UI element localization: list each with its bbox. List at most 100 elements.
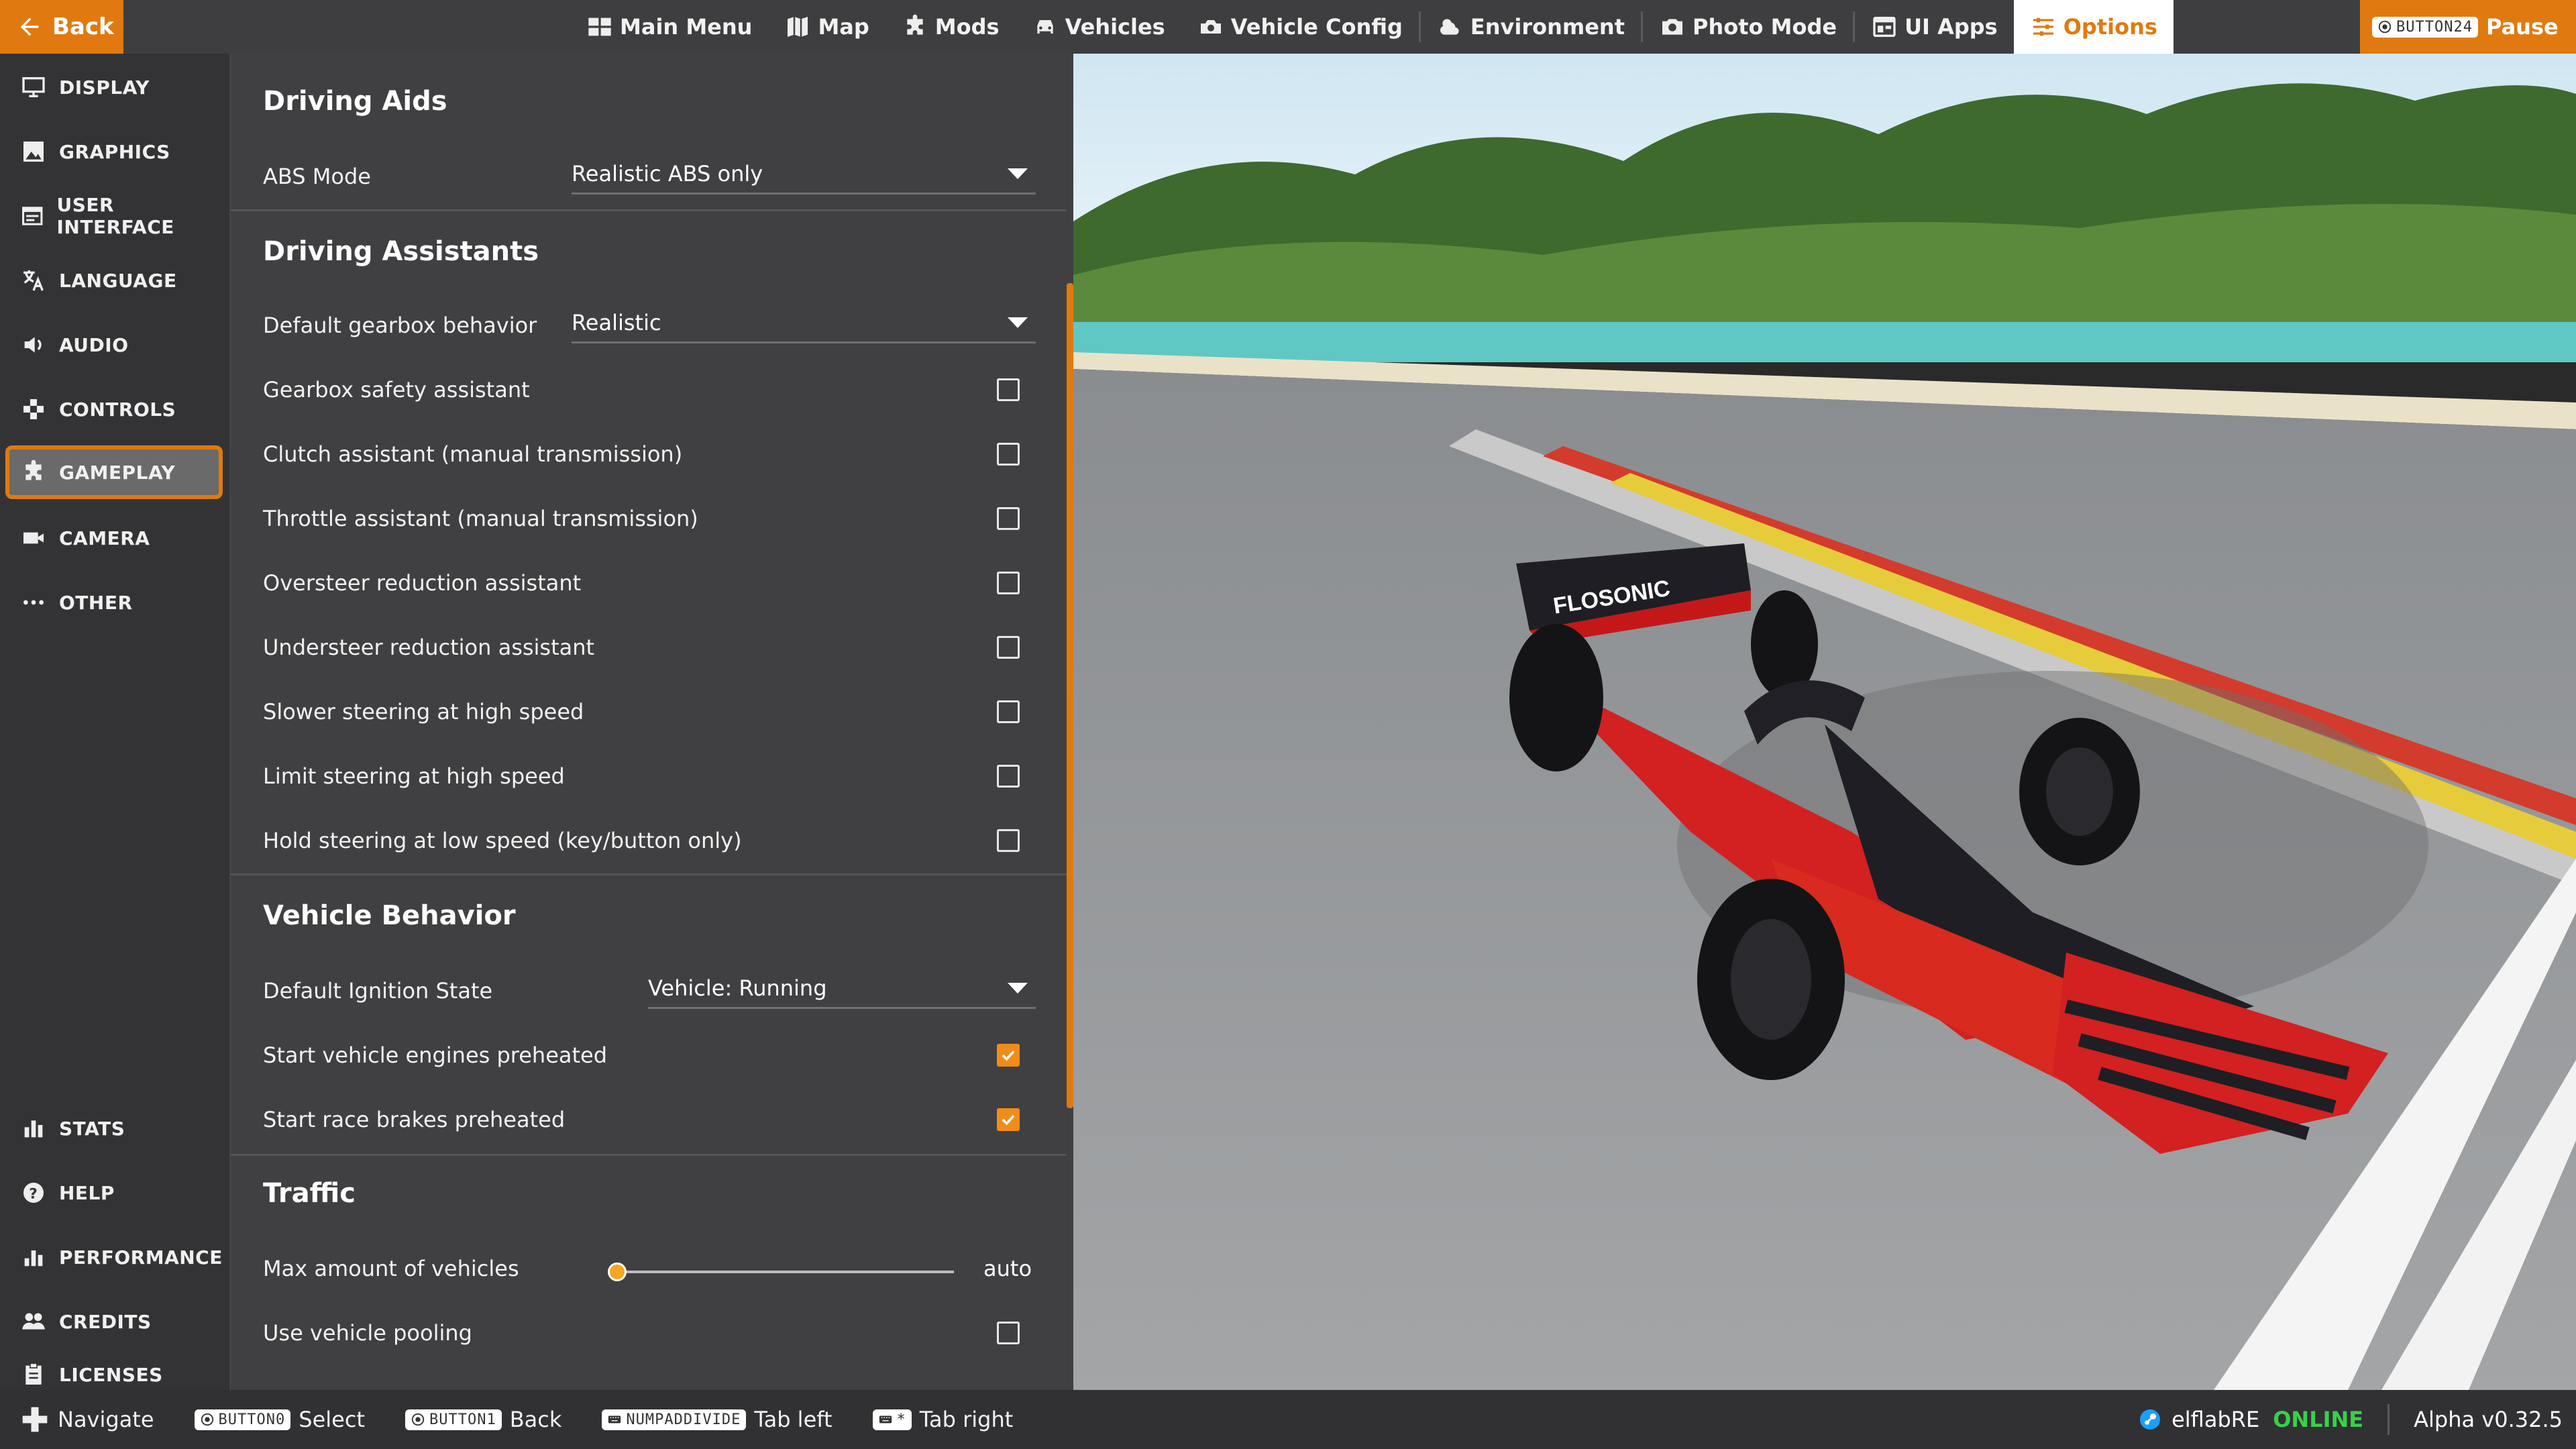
pause-button[interactable]: BUTTON24 Pause: [2360, 0, 2576, 54]
tab-vehicles[interactable]: Vehicles: [1016, 0, 1181, 54]
chevron-down-icon: [1006, 316, 1029, 329]
clutch-assistant-checkbox[interactable]: [997, 443, 1020, 466]
gearbox-safety-assistant-checkbox[interactable]: [997, 378, 1020, 401]
max-vehicles-value: auto: [983, 1256, 1032, 1281]
select-key-label: BUTTON0: [218, 1411, 286, 1428]
vehicle-pooling-checkbox[interactable]: [997, 1322, 1020, 1344]
runoff-area: [1073, 322, 2576, 362]
arrow-left-icon: [16, 13, 43, 40]
sidebar-item-label: USER INTERFACE: [56, 194, 174, 238]
tab-map-label: Map: [818, 14, 869, 40]
steam-icon: [2138, 1407, 2162, 1432]
controls-icon: [20, 396, 47, 423]
select-label: Select: [299, 1407, 365, 1432]
max-vehicles-label: Max amount of vehicles: [263, 1256, 519, 1281]
clutch-assistant-label: Clutch assistant (manual transmission): [263, 441, 683, 467]
sidebar-item-label: CONTROLS: [59, 398, 176, 421]
status-separator: [2387, 1404, 2390, 1435]
tab-map[interactable]: Map: [768, 0, 885, 54]
slower-steering-label: Slower steering at high speed: [263, 699, 584, 724]
back-key-hint: BUTTON1: [405, 1409, 502, 1430]
gearbox-behavior-value: Realistic: [572, 309, 661, 335]
back-button[interactable]: Back: [0, 0, 123, 54]
sidebar-item-performance[interactable]: PERFORMANCE: [5, 1230, 223, 1284]
understeer-reduction-label: Understeer reduction assistant: [263, 635, 595, 660]
tab-options[interactable]: Options: [2013, 0, 2174, 54]
more-icon: [20, 589, 47, 616]
licenses-icon: [20, 1361, 47, 1388]
help-icon: ?: [20, 1179, 47, 1206]
tab-main-menu[interactable]: Main Menu: [570, 0, 768, 54]
sidebar-item-camera[interactable]: CAMERA: [5, 511, 223, 565]
sidebar-item-audio[interactable]: AUDIO: [5, 318, 223, 372]
tab-vehicle-config[interactable]: Vehicle Config: [1181, 0, 1419, 54]
back-button-label: Back: [52, 13, 114, 40]
tab-photo-mode[interactable]: Photo Mode: [1643, 0, 1853, 54]
oversteer-reduction-checkbox[interactable]: [997, 572, 1020, 594]
weather-icon: [1437, 13, 1464, 40]
brakes-preheated-checkbox[interactable]: [997, 1108, 1020, 1131]
gearbox-safety-assistant-label: Gearbox safety assistant: [263, 377, 530, 402]
checkmark-icon: [1002, 1114, 1015, 1126]
camera-icon: [1659, 13, 1686, 40]
tab-mods[interactable]: Mods: [885, 0, 1016, 54]
gearbox-behavior-label: Default gearbox behavior: [263, 313, 537, 338]
understeer-reduction-checkbox[interactable]: [997, 636, 1020, 659]
abs-mode-value: Realistic ABS only: [572, 160, 763, 186]
sidebar-item-graphics[interactable]: GRAPHICS: [5, 125, 223, 178]
sidebar-item-stats[interactable]: STATS: [5, 1102, 223, 1155]
limit-steering-checkbox[interactable]: [997, 765, 1020, 788]
sidebar-item-help[interactable]: ? HELP: [5, 1166, 223, 1220]
tab-ui-apps[interactable]: UI Apps: [1855, 0, 2014, 54]
max-vehicles-slider[interactable]: [617, 1271, 954, 1273]
max-vehicles-slider-handle[interactable]: [608, 1263, 627, 1281]
puzzle-icon: [902, 13, 928, 40]
stats-icon: [20, 1115, 47, 1142]
tab-right-hint[interactable]: * Tab right: [872, 1407, 1014, 1432]
tab-environment-label: Environment: [1470, 14, 1625, 40]
sidebar-item-other[interactable]: OTHER: [5, 576, 223, 629]
sidebar-item-label: CREDITS: [59, 1310, 152, 1333]
sidebar-item-display[interactable]: DISPLAY: [5, 60, 223, 114]
sidebar-item-licenses[interactable]: LICENSES: [5, 1359, 223, 1390]
sidebar-item-user-interface[interactable]: USER INTERFACE: [5, 189, 223, 243]
limit-steering-label: Limit steering at high speed: [263, 763, 565, 789]
engines-preheated-checkbox[interactable]: [997, 1044, 1020, 1067]
gearbox-behavior-dropdown[interactable]: Realistic: [572, 303, 1036, 343]
back-hint[interactable]: BUTTON1 Back: [405, 1407, 561, 1432]
hold-steering-checkbox[interactable]: [997, 829, 1020, 852]
ignition-state-dropdown[interactable]: Vehicle: Running: [648, 969, 1036, 1009]
sidebar-item-controls[interactable]: CONTROLS: [5, 382, 223, 436]
section-divider: [231, 873, 1067, 875]
tab-left-hint[interactable]: NUMPADDIVIDE Tab left: [602, 1407, 833, 1432]
abs-mode-dropdown[interactable]: Realistic ABS only: [572, 154, 1036, 195]
sidebar-item-label: AUDIO: [59, 333, 129, 356]
sidebar-item-label: GAMEPLAY: [59, 461, 176, 484]
language-icon: [20, 267, 47, 294]
version-label: Alpha v0.32.5: [2414, 1407, 2563, 1432]
sidebar-item-language[interactable]: LANGUAGE: [5, 254, 223, 307]
ignition-state-label: Default Ignition State: [263, 978, 493, 1004]
options-scrollbar[interactable]: [1067, 283, 1073, 1108]
sidebar-item-gameplay[interactable]: GAMEPLAY: [5, 445, 223, 499]
hold-steering-label: Hold steering at low speed (key/button o…: [263, 828, 742, 853]
top-navigation-bar: Back Main Menu Map Mods Vehicles Vehicle…: [0, 0, 2576, 54]
sidebar-item-label: PERFORMANCE: [59, 1246, 223, 1269]
game-viewport: FLOSONIC: [1073, 54, 2576, 1390]
throttle-assistant-checkbox[interactable]: [997, 507, 1020, 530]
tab-left-label: Tab left: [754, 1407, 833, 1432]
sidebar-item-credits[interactable]: CREDITS: [5, 1295, 223, 1348]
display-icon: [20, 74, 47, 101]
section-divider: [231, 209, 1067, 211]
sidebar-item-label: CAMERA: [59, 527, 150, 549]
gamepad-button-icon: [411, 1412, 425, 1427]
section-title-vehicle-behavior: Vehicle Behavior: [263, 900, 516, 931]
tab-environment[interactable]: Environment: [1421, 0, 1641, 54]
slower-steering-checkbox[interactable]: [997, 700, 1020, 723]
tab-right-label: Tab right: [919, 1407, 1014, 1432]
car-icon: [1032, 13, 1059, 40]
select-hint[interactable]: BUTTON0 Select: [194, 1407, 365, 1432]
online-badge: ONLINE: [2273, 1407, 2364, 1432]
ui-apps-icon: [1871, 13, 1898, 40]
camera-icon: [20, 525, 47, 551]
